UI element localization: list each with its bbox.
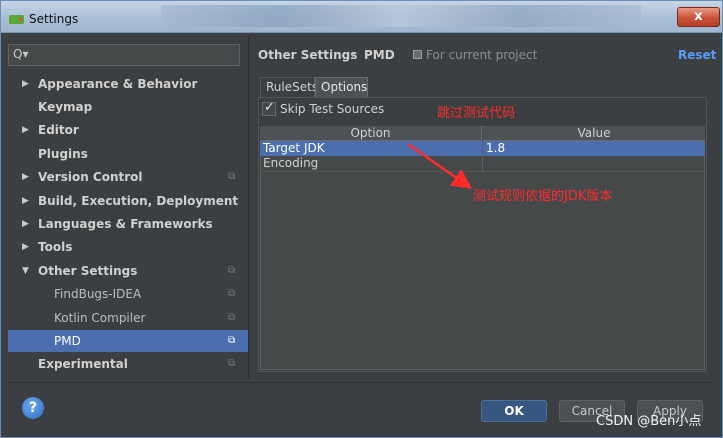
option-cell: Encoding xyxy=(263,156,319,170)
sidebar-item-kotlin-compiler[interactable]: Kotlin Compiler ⧉ xyxy=(8,307,248,329)
annotation-target-jdk: 测试规则依据的JDK版本 xyxy=(473,189,613,204)
project-scope-icon: ⧉ xyxy=(228,335,236,346)
watermark: CSDN @Ben小点 xyxy=(596,414,702,429)
sidebar-item-label: Keymap xyxy=(38,100,93,114)
ok-button[interactable]: OK xyxy=(481,400,547,422)
project-scope-icon: ⧉ xyxy=(228,312,236,323)
footer-divider xyxy=(8,382,713,383)
sidebar-item-label: PMD xyxy=(54,334,81,348)
sidebar-item-label: Kotlin Compiler xyxy=(54,311,146,325)
expand-arrow-icon[interactable]: ▶ xyxy=(22,73,29,95)
skip-test-sources-label[interactable]: Skip Test Sources xyxy=(280,102,384,116)
tab-rulesets[interactable]: RuleSets xyxy=(260,77,318,97)
search-box[interactable]: Q▾ xyxy=(8,44,240,66)
expand-arrow-icon[interactable]: ▶ xyxy=(22,236,29,258)
scope-note: For current project xyxy=(426,48,538,62)
sidebar-item-editor[interactable]: ▶ Editor xyxy=(8,119,248,141)
help-icon[interactable]: ? xyxy=(22,397,44,419)
collapse-arrow-icon[interactable]: ▼ xyxy=(22,260,29,282)
reset-link[interactable]: Reset xyxy=(678,48,716,62)
sidebar-item-build[interactable]: ▶ Build, Execution, Deployment xyxy=(8,190,248,212)
blurred-background xyxy=(161,5,641,27)
annotation-skip-test: 跳过测试代码 xyxy=(437,106,516,121)
project-scope-icon xyxy=(413,50,422,59)
sidebar-item-label: Plugins xyxy=(38,147,88,161)
column-header-value[interactable]: Value xyxy=(483,126,705,141)
title-bar: Settings x xyxy=(1,1,722,33)
window-title: Settings xyxy=(29,12,79,26)
sidebar-item-findbugs[interactable]: FindBugs-IDEA ⧉ xyxy=(8,283,248,305)
breadcrumb-current: PMD xyxy=(364,48,395,62)
sidebar-item-pmd[interactable]: PMD ⧉ xyxy=(8,330,248,352)
option-cell: Target JDK xyxy=(263,141,325,155)
sidebar-item-label: Languages & Frameworks xyxy=(38,217,213,231)
expand-arrow-icon[interactable]: ▶ xyxy=(22,213,29,235)
sidebar-item-appearance[interactable]: ▶ Appearance & Behavior xyxy=(8,73,248,95)
annotation-arrow-icon xyxy=(407,142,473,189)
search-icon: Q▾ xyxy=(13,47,29,61)
search-input[interactable] xyxy=(31,46,231,64)
sidebar-item-keymap[interactable]: Keymap xyxy=(8,96,248,118)
sidebar-item-tools[interactable]: ▶ Tools xyxy=(8,236,248,258)
project-scope-icon: ⧉ xyxy=(228,265,236,276)
sidebar-item-label: Other Settings xyxy=(38,264,138,278)
breadcrumb-separator: › xyxy=(351,47,356,61)
column-divider xyxy=(482,141,483,171)
project-scope-icon: ⧉ xyxy=(228,288,236,299)
project-scope-icon: ⧉ xyxy=(228,358,236,369)
sidebar-item-experimental[interactable]: Experimental ⧉ xyxy=(8,353,248,375)
sidebar-item-plugins[interactable]: Plugins xyxy=(8,143,248,165)
expand-arrow-icon[interactable]: ▶ xyxy=(22,119,29,141)
close-button[interactable]: x xyxy=(677,7,720,27)
skip-test-sources-checkbox[interactable] xyxy=(262,100,276,116)
value-cell[interactable]: 1.8 xyxy=(486,141,505,156)
sidebar-item-label: Build, Execution, Deployment xyxy=(38,194,239,208)
pane-splitter[interactable] xyxy=(248,38,249,378)
sidebar-item-label: FindBugs-IDEA xyxy=(54,287,142,301)
expand-arrow-icon[interactable]: ▶ xyxy=(22,190,29,212)
app-icon xyxy=(9,15,24,24)
sidebar-item-label: Editor xyxy=(38,123,79,137)
sidebar-item-label: Experimental xyxy=(38,357,128,371)
sidebar-item-version-control[interactable]: ▶ Version Control ⧉ xyxy=(8,166,248,188)
sidebar-item-languages[interactable]: ▶ Languages & Frameworks xyxy=(8,213,248,235)
breadcrumb-parent: Other Settings xyxy=(258,48,358,62)
expand-arrow-icon[interactable]: ▶ xyxy=(22,166,29,188)
sidebar-item-label: Appearance & Behavior xyxy=(38,77,198,91)
tab-options[interactable]: Options xyxy=(315,77,368,97)
sidebar-item-label: Version Control xyxy=(38,170,143,184)
sidebar-item-label: Tools xyxy=(38,240,73,254)
project-scope-icon: ⧉ xyxy=(228,171,236,182)
row-divider xyxy=(260,171,705,172)
sidebar-item-other-settings[interactable]: ▼ Other Settings ⧉ xyxy=(8,260,248,282)
